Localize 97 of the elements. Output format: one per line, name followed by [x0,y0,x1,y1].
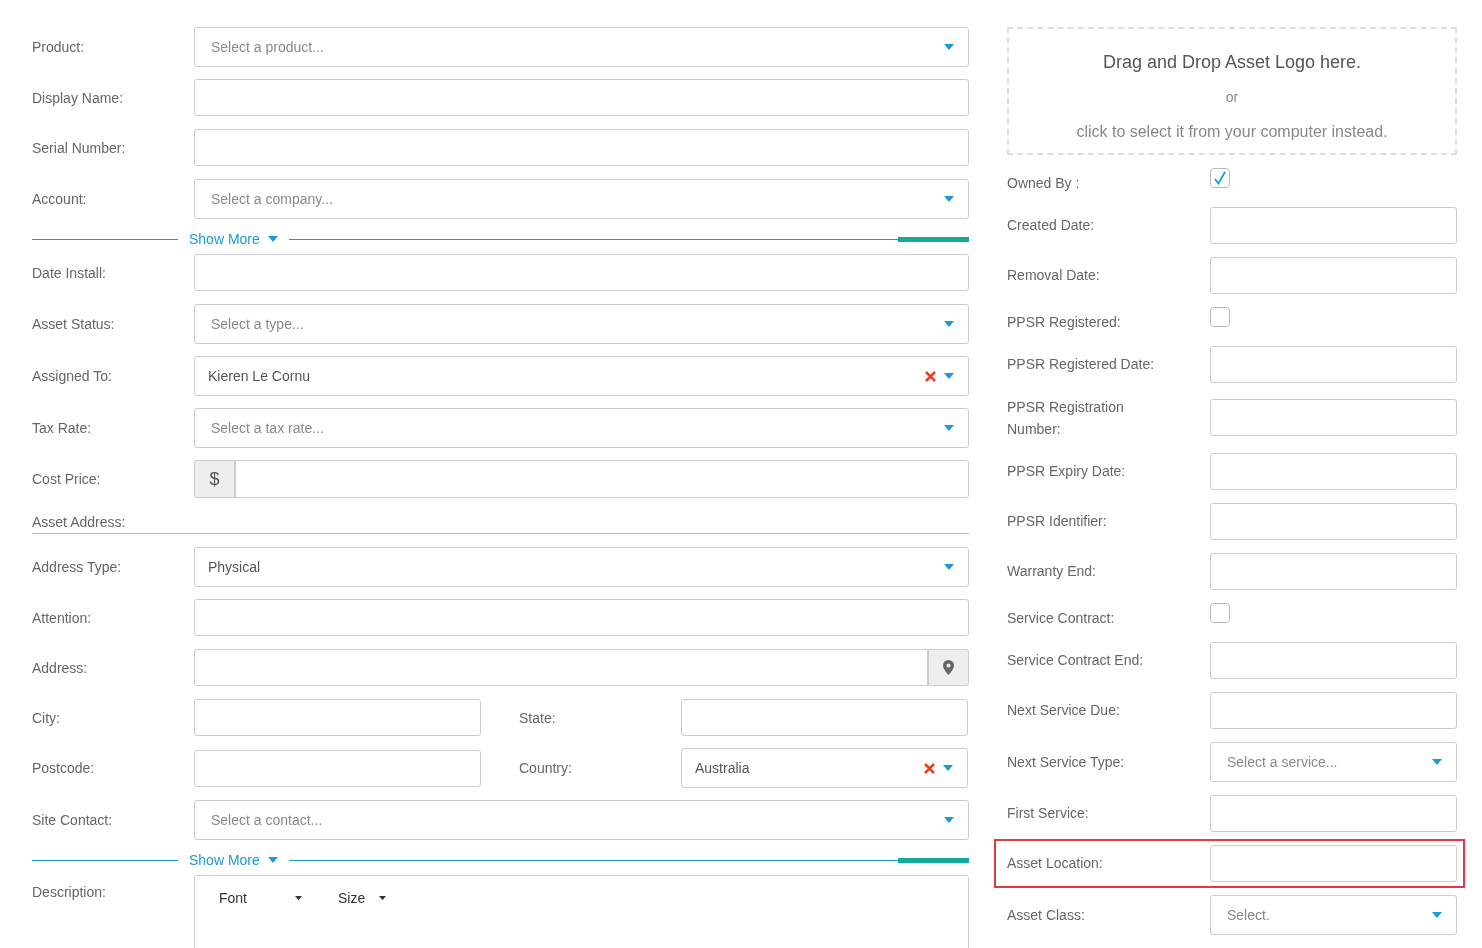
caret-icon [943,765,953,771]
drop-zone-title: Drag and Drop Asset Logo here. [1102,51,1362,74]
field-label: Address: [32,658,89,678]
select-field[interactable]: Select a company... [194,179,969,219]
field-label: Next Service Type: [1007,753,1126,772]
field-label: First Service: [1007,804,1090,824]
caret-icon [1432,912,1442,918]
caret-icon [944,564,954,570]
caret-icon [267,857,278,863]
field-label: PPSR Expiry Date: [1007,462,1127,482]
input-field[interactable] [194,129,969,166]
caret-icon [1432,759,1442,765]
input-field[interactable] [1210,552,1457,590]
caret-icon [944,425,954,431]
input-field[interactable] [1210,206,1457,244]
input-field[interactable] [194,254,969,291]
field-label: Warranty End: [1007,562,1097,582]
select-field[interactable]: Kieren Le Cornu [194,356,969,396]
currency-addon: $ [194,460,235,498]
input-field[interactable] [1210,256,1457,294]
caret-icon [944,373,954,379]
input-field[interactable] [1210,502,1457,540]
field-label: Serial Number: [32,138,127,158]
caret-icon [267,236,278,242]
field-label: Postcode: [32,759,96,778]
map-pin-icon [943,660,954,675]
input-field[interactable] [681,699,968,736]
field-label: PPSR Registered Date: [1007,355,1156,375]
clear-icon[interactable] [925,370,936,382]
select-field[interactable]: Select a product... [194,27,969,67]
checkbox[interactable] [1210,167,1230,188]
field-label: PPSR Identifier: [1007,512,1108,532]
input-field[interactable] [194,699,481,736]
field-label: Created Date: [1007,216,1096,236]
field-label: Site Contact: [32,811,114,830]
field-label: Next Service Due: [1007,701,1121,721]
drop-zone-hint: click to select it from your computer instead. [1076,123,1388,141]
show-more-link[interactable]: Show More [178,231,289,247]
field-label: Service Contract End: [1007,651,1145,671]
select-field[interactable]: Select a service... [1210,742,1457,782]
input-field[interactable] [1210,399,1457,437]
input-field[interactable] [194,79,969,116]
caret-icon [944,321,954,327]
select-field[interactable]: Select a type... [194,304,969,344]
input-field[interactable] [1210,795,1457,832]
field-label: Country: [519,759,573,778]
show-more-link[interactable]: Show More [178,852,289,868]
input-field[interactable] [1210,345,1457,383]
field-label: Attention: [32,608,93,628]
clear-icon[interactable] [924,762,935,774]
toolbar-dropdown[interactable]: Size [334,890,391,906]
input-field[interactable] [235,460,969,498]
caret-icon [944,817,954,823]
field-label: Date Install: [32,263,107,283]
select-field[interactable]: Australia [681,748,968,788]
field-label: Account: [32,190,88,209]
caret-icon [379,895,387,901]
field-label: Cost Price: [32,470,102,489]
input-field[interactable] [194,649,928,686]
check-icon [1214,170,1226,185]
field-label: Owned By : [1007,173,1081,193]
field-label: Address Type: [32,558,123,577]
input-field[interactable] [1210,452,1457,490]
field-label: Service Contract: [1007,608,1116,628]
logo-drop-zone[interactable]: Drag and Drop Asset Logo here. or click to select it from your computer instead. [1007,27,1457,155]
input-field[interactable] [194,599,969,636]
input-field[interactable] [1210,642,1457,679]
field-label: PPSR Registration Number: [1007,397,1125,439]
caret-icon [295,895,302,901]
field-label: State: [519,708,557,728]
caret-icon [944,44,954,50]
field-label: PPSR Registered: [1007,312,1122,332]
input-field[interactable] [194,749,481,787]
field-label: City: [32,708,61,728]
section-label: Asset Address: [32,513,126,532]
field-label: Asset Class: [1007,906,1086,925]
field-label: Removal Date: [1007,266,1101,286]
field-label: Assigned To: [32,367,113,386]
checkbox[interactable] [1210,602,1230,623]
field-label: Asset Status: [32,315,116,334]
field-label: Product: [32,38,86,57]
toolbar-dropdown[interactable]: Font [215,890,306,906]
select-field[interactable]: Select a tax rate... [194,408,969,448]
drop-zone-or: or [1225,89,1239,105]
select-field[interactable]: Select. [1210,895,1457,935]
map-pin-button[interactable] [928,649,969,686]
caret-icon [944,196,954,202]
text-editor[interactable]: Font Size [194,875,969,948]
input-field[interactable] [1210,845,1457,882]
field-label: Display Name: [32,88,125,108]
field-label: Tax Rate: [32,419,93,438]
select-field[interactable]: Physical [194,547,969,587]
field-label: Description: [32,883,107,902]
select-field[interactable]: Select a contact... [194,800,969,840]
input-field[interactable] [1210,692,1457,729]
checkbox[interactable] [1210,306,1230,327]
field-label: Asset Location: [1007,854,1104,874]
